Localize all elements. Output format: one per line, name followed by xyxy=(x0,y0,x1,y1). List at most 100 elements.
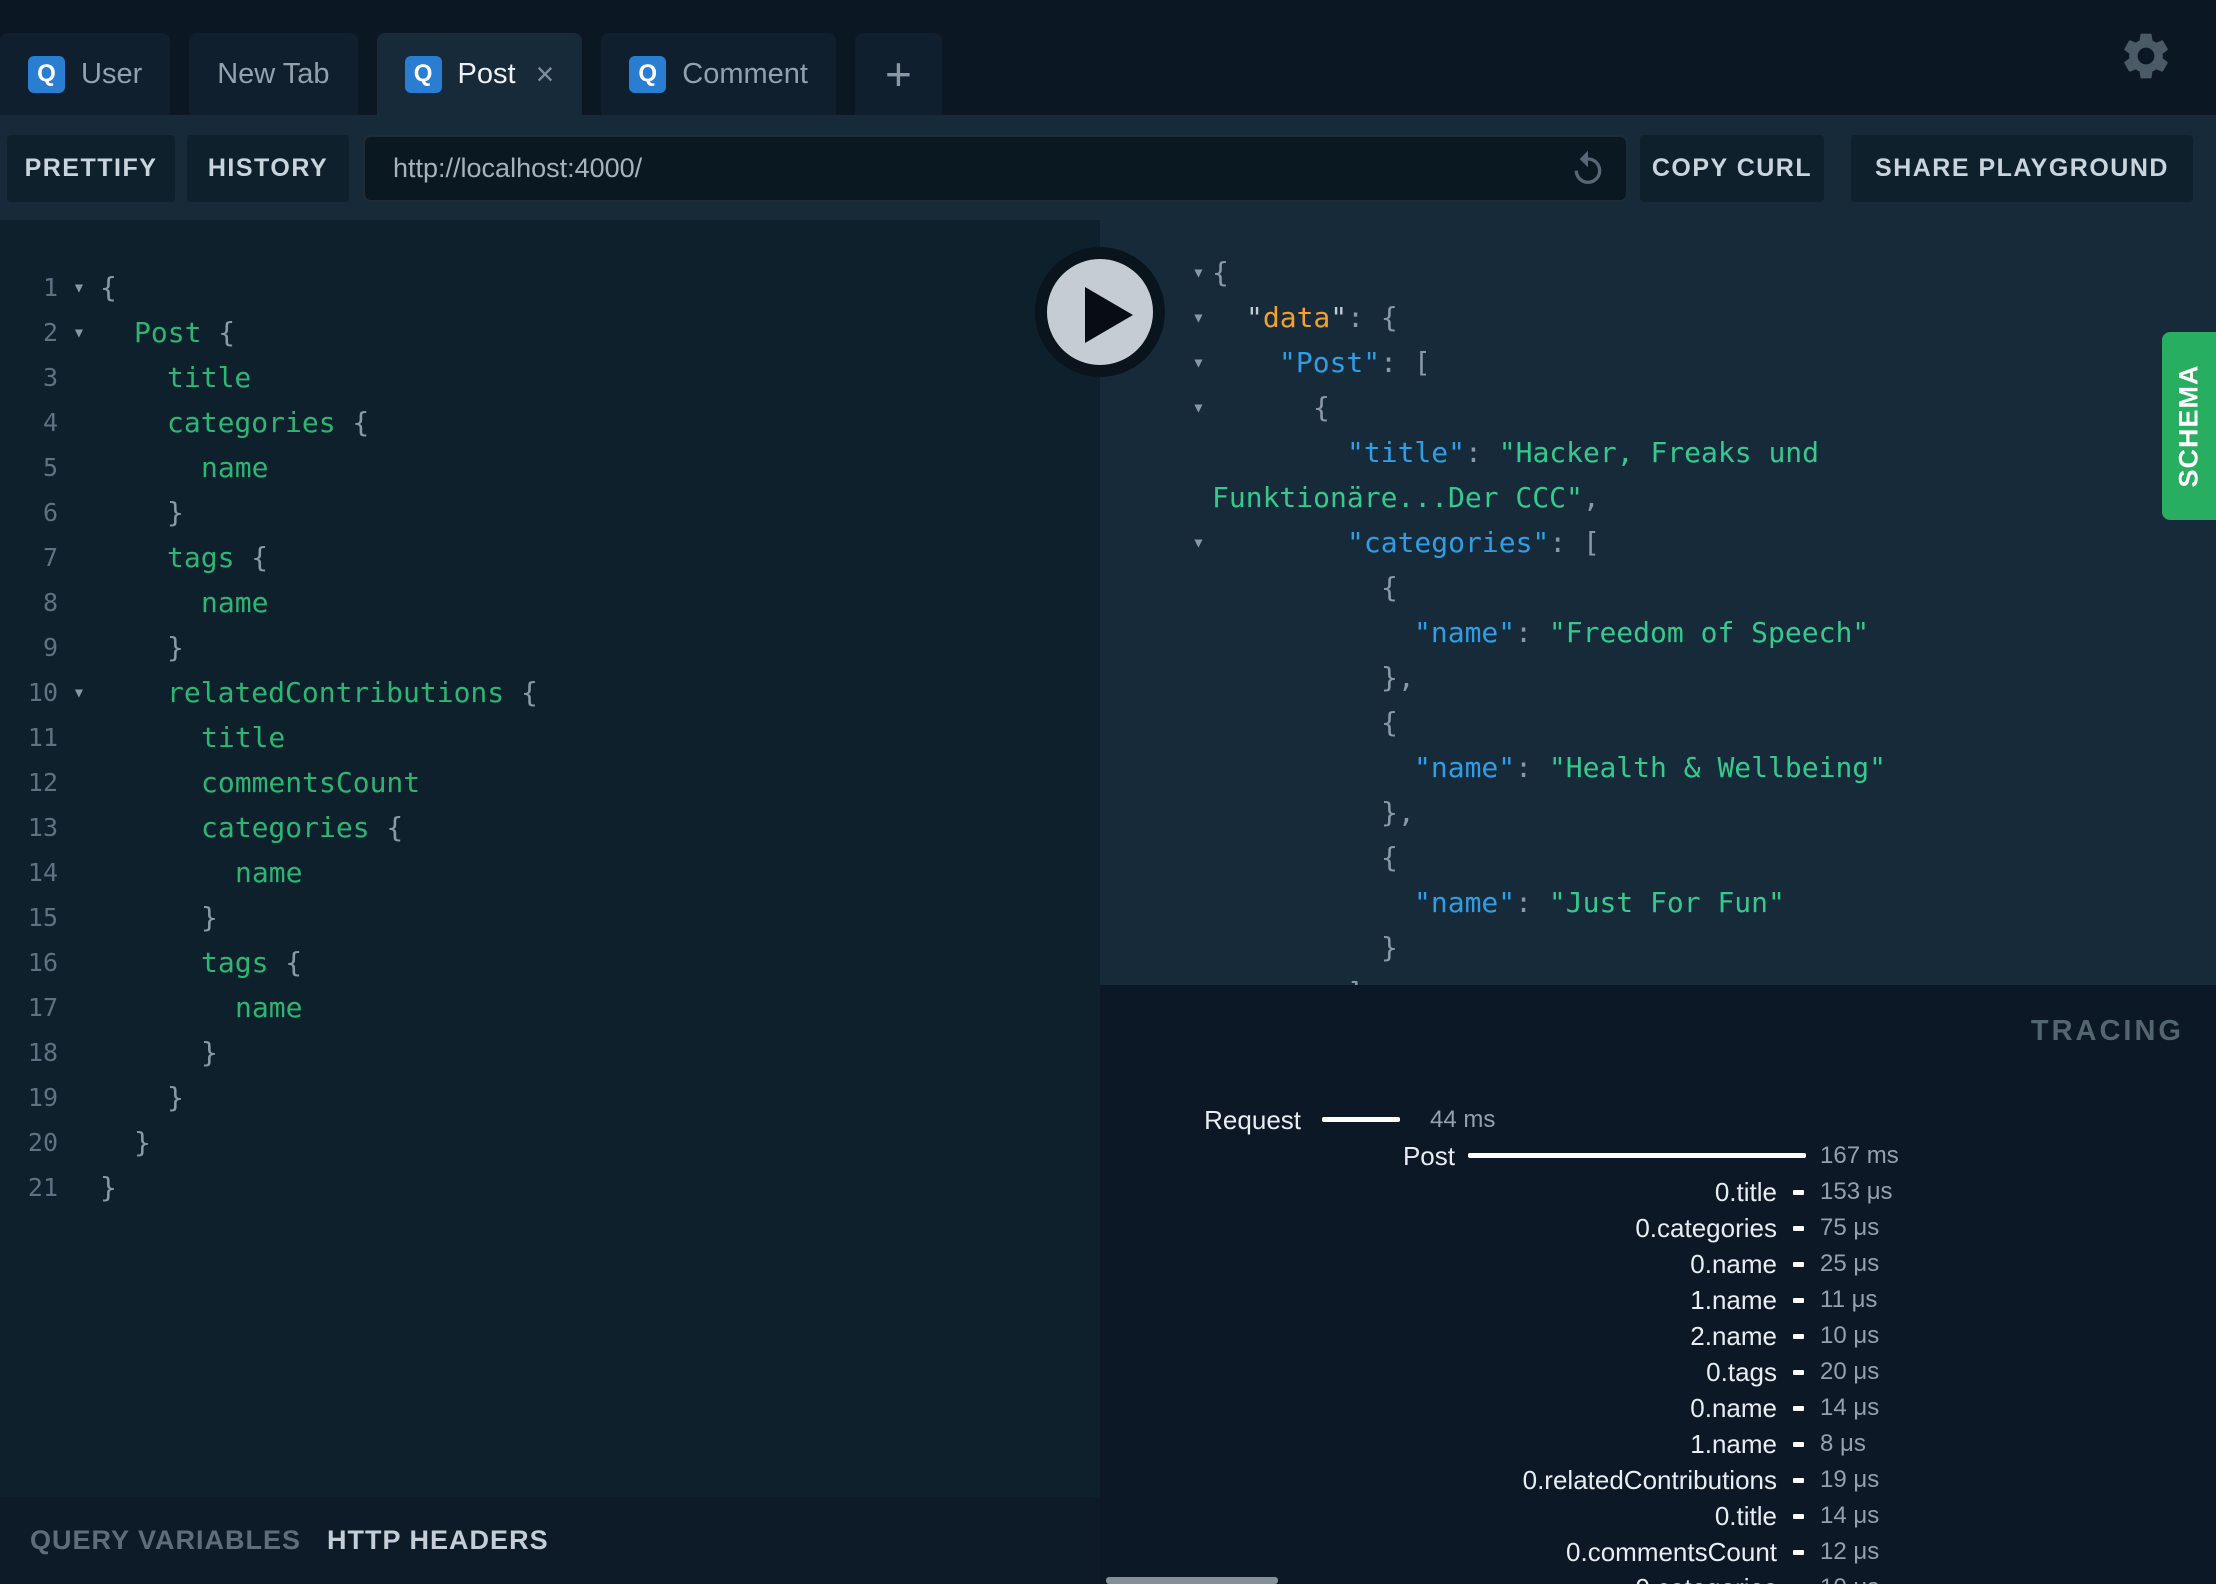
tab-label: Post xyxy=(457,57,516,90)
endpoint-url-input[interactable] xyxy=(365,137,1626,200)
query-editor[interactable]: 1 ▾{2 ▾ Post {3 title 4 categories {5 name 6} 7 ta… xyxy=(0,220,1100,1497)
endpoint-url-wrap xyxy=(363,135,1628,202)
settings-gear-icon[interactable] xyxy=(2118,28,2174,84)
query-variables-tab[interactable]: QUERY VARIABLES xyxy=(30,1525,301,1556)
line-number: 2 xyxy=(42,318,58,347)
code-text: Funktionäre...Der CCC", xyxy=(1212,481,1600,514)
fold-arrow-icon[interactable]: ▾ xyxy=(1185,340,1212,385)
fold-arrow-icon[interactable]: ▾ xyxy=(58,265,100,310)
trace-row: Request 44 ms xyxy=(1100,1102,2216,1138)
trace-row: 1.name 11 μs xyxy=(1100,1282,2216,1318)
code-text: name xyxy=(201,451,269,484)
trace-resolver-path: 1.name xyxy=(1690,1429,1777,1459)
code-text: categories { xyxy=(201,811,404,844)
line-number: 5 xyxy=(42,453,58,482)
response-line: ▾{ xyxy=(1100,385,2216,430)
prettify-button[interactable]: PRETTIFY xyxy=(7,135,175,202)
code-text: { xyxy=(1313,391,1330,424)
query-badge: Q xyxy=(28,55,65,93)
tab-user[interactable]: Q User xyxy=(0,33,171,115)
query-badge: Q xyxy=(404,55,442,93)
code-text: categories { xyxy=(167,406,370,439)
trace-resolver-bar xyxy=(1793,1262,1804,1267)
trace-resolver-time: 14 μs xyxy=(1820,1502,1880,1529)
fold-arrow-icon[interactable]: ▾ xyxy=(1185,295,1212,340)
close-tab-icon[interactable]: × xyxy=(536,58,555,90)
code-text: name xyxy=(201,586,269,619)
response-line: } xyxy=(1100,925,2216,970)
fold-arrow-icon[interactable]: ▾ xyxy=(1185,385,1212,430)
copy-curl-button[interactable]: COPY CURL xyxy=(1640,135,1824,202)
line-number: 16 xyxy=(27,948,58,977)
trace-resolver-bar xyxy=(1793,1298,1804,1303)
fold-arrow-icon[interactable]: ▾ xyxy=(58,670,100,715)
trace-row: 0.tags 20 μs xyxy=(1100,1354,2216,1390)
history-button[interactable]: HISTORY xyxy=(187,135,349,202)
tab-new-tab[interactable]: New Tab xyxy=(189,33,358,115)
tracing-scrollbar-thumb[interactable] xyxy=(1106,1577,1278,1584)
response-line: ▾ "Post": [ xyxy=(1100,340,2216,385)
toolbar: PRETTIFY HISTORY COPY CURL SHARE PLAYGRO… xyxy=(0,115,2216,220)
tab-label: Comment xyxy=(682,57,808,90)
graphql-playground-window: Q User New Tab Q Post × Q Comment + PRETTIFY HIS… xyxy=(0,0,2216,1584)
code-text: ] xyxy=(1212,976,1364,985)
tab-comment[interactable]: Q Comment xyxy=(601,33,836,115)
trace-row: 0.name 25 μs xyxy=(1100,1246,2216,1282)
code-text: tags { xyxy=(201,946,303,979)
code-text: { xyxy=(1381,841,1398,874)
code-text: } xyxy=(201,1036,218,1069)
trace-resolver-time: 10 μs xyxy=(1820,1570,1879,1584)
query-line: 8 name xyxy=(0,580,1100,625)
share-playground-button[interactable]: SHARE PLAYGROUND xyxy=(1851,135,2193,202)
trace-resolver-path: 0.relatedContributions xyxy=(1522,1465,1777,1495)
schema-tab-label: SCHEMA xyxy=(2173,364,2204,488)
response-line: "name": "Just For Fun" xyxy=(1100,880,2216,925)
trace-row: 0.commentsCount 12 μs xyxy=(1100,1534,2216,1570)
fold-arrow-icon[interactable]: ▾ xyxy=(1185,520,1212,565)
response-line: "name": "Freedom of Speech" xyxy=(1100,610,2216,655)
response-line: { xyxy=(1100,700,2216,745)
execute-query-button[interactable] xyxy=(1035,247,1165,377)
code-text: title xyxy=(167,361,252,394)
code-text: relatedContributions { xyxy=(167,676,538,709)
tracing-title: TRACING xyxy=(2030,1015,2184,1047)
line-number: 8 xyxy=(42,588,58,617)
line-number: 19 xyxy=(27,1083,58,1112)
trace-resolver-time: 8 μs xyxy=(1820,1430,1866,1457)
trace-resolver-time: 153 μs xyxy=(1820,1178,1893,1205)
new-tab-button[interactable]: + xyxy=(854,33,942,115)
query-line: 14 name xyxy=(0,850,1100,895)
bottom-bar: QUERY VARIABLES HTTP HEADERS xyxy=(0,1497,1100,1584)
code-text: tags { xyxy=(167,541,269,574)
line-number: 14 xyxy=(27,858,58,887)
trace-resolver-path: 0.title xyxy=(1714,1501,1777,1531)
trace-resolver-path: 2.name xyxy=(1690,1321,1777,1351)
trace-resolver-time: 11 μs xyxy=(1820,1286,1878,1313)
trace-resolver-path: 0.name xyxy=(1690,1393,1777,1423)
trace-resolver-time: 19 μs xyxy=(1820,1466,1880,1493)
fold-arrow-icon[interactable]: ▾ xyxy=(58,310,100,355)
line-number: 15 xyxy=(27,903,58,932)
reload-schema-icon[interactable] xyxy=(1568,149,1608,189)
tab-label: User xyxy=(81,57,143,90)
trace-resolver-path: 0.tags xyxy=(1706,1357,1777,1387)
code-text: } xyxy=(167,496,184,529)
tab-post[interactable]: Q Post × xyxy=(376,33,583,115)
query-line: 18} xyxy=(0,1030,1100,1075)
trace-resolver-path: 1.name xyxy=(1690,1285,1777,1315)
query-line: 2 ▾ Post { xyxy=(0,310,1100,355)
code-text: "name": "Health & Wellbeing" xyxy=(1414,751,1887,784)
code-text: } xyxy=(201,901,218,934)
response-line: "name": "Health & Wellbeing" xyxy=(1100,745,2216,790)
tab-bar: Q User New Tab Q Post × Q Comment + xyxy=(0,0,2216,115)
http-headers-tab[interactable]: HTTP HEADERS xyxy=(327,1525,549,1556)
trace-resolver-path: 0.categories xyxy=(1635,1213,1777,1243)
trace-resolver-bar xyxy=(1793,1190,1804,1195)
schema-tab-button[interactable]: SCHEMA xyxy=(2162,332,2216,520)
trace-resolver-bar xyxy=(1793,1442,1804,1447)
fold-arrow-icon[interactable]: ▾ xyxy=(1185,250,1212,295)
trace-resolver-time: 10 μs xyxy=(1820,1322,1880,1349)
trace-resolver-bar xyxy=(1793,1478,1804,1483)
code-text: } xyxy=(134,1126,151,1159)
line-number: 21 xyxy=(27,1173,58,1202)
